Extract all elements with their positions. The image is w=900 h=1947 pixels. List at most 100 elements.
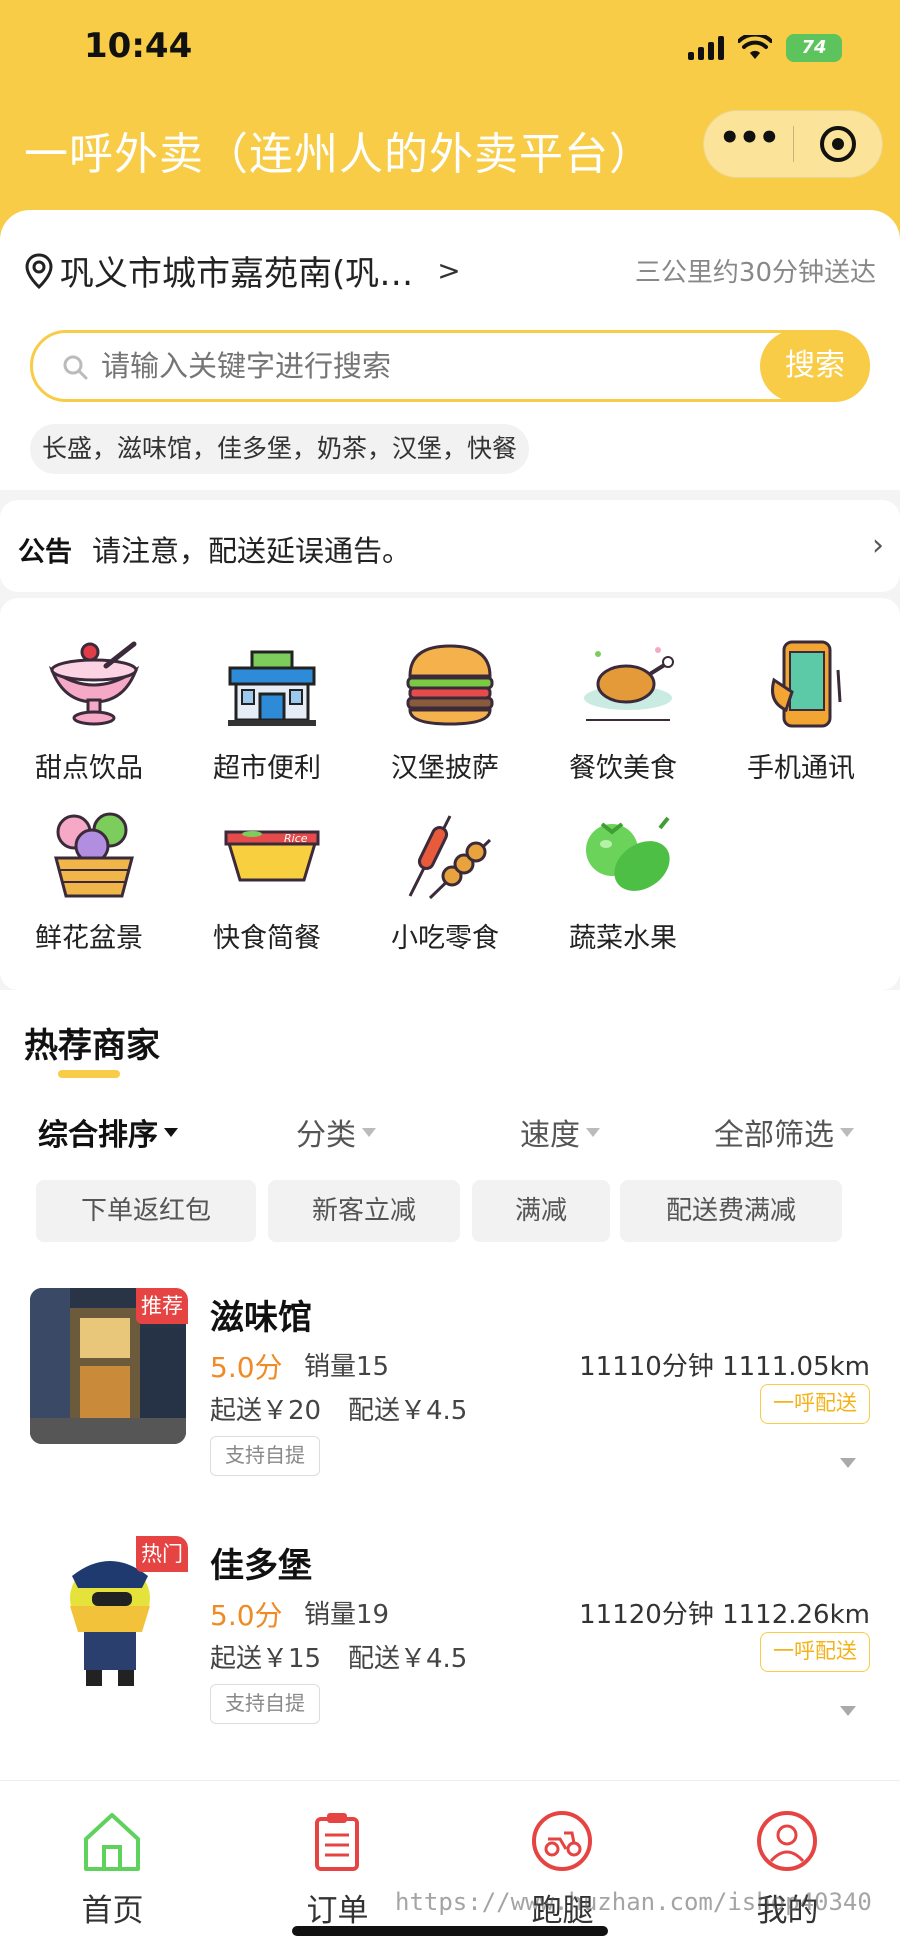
filter-chip[interactable]: 下单返红包 — [36, 1180, 256, 1242]
home-indicator[interactable] — [292, 1926, 608, 1936]
category-item[interactable]: 蔬菜水果 — [534, 788, 712, 954]
category-item[interactable]: 甜点饮品 — [0, 618, 178, 784]
address-arrow-icon: > — [437, 254, 461, 287]
shop-delivery-fee: 配送￥4.5 — [348, 1396, 468, 1426]
roast-chicken-icon — [584, 647, 674, 721]
delivery-time-note: 三公里约30分钟送达 — [634, 258, 876, 288]
delivery-badge: 一呼配送 — [760, 1632, 870, 1672]
sort-label: 分类 — [296, 1118, 356, 1153]
status-time: 10:44 — [84, 26, 193, 66]
more-menu-button[interactable]: ••• — [704, 121, 793, 165]
sort-category[interactable]: 分类 — [296, 1110, 376, 1154]
sort-label: 综合排序 — [38, 1118, 158, 1153]
search-button[interactable]: 搜索 — [760, 330, 870, 402]
search-input[interactable] — [101, 333, 681, 399]
location-pin-icon — [25, 252, 53, 289]
recommend-section: 热荐商家 综合排序 分类 速度 全部筛选 下单返红包 新客立减 满减 配送费满减… — [0, 990, 900, 1780]
profile-icon — [757, 1811, 817, 1871]
shop-card[interactable]: 推荐 滋味馆 5.0分 销量15 11110分钟 1111.05km 起送￥20… — [0, 1288, 900, 1518]
burger-icon — [406, 644, 494, 726]
notice-bar[interactable]: 公告 请注意，配送延误通告。 › — [0, 500, 900, 592]
category-label: 快食简餐 — [213, 923, 321, 954]
category-item[interactable]: 鲜花盆景 — [0, 788, 178, 954]
close-miniapp-button[interactable] — [794, 126, 882, 162]
watermark-text: https://www.huzhan.com/ishop40340 — [395, 1888, 872, 1916]
battery-icon: 74 — [786, 34, 842, 62]
status-icons: 74 — [688, 34, 842, 62]
shop-distance: 11120分钟 1112.26km — [579, 1600, 870, 1630]
category-label: 甜点饮品 — [35, 753, 143, 784]
filter-chip[interactable]: 新客立减 — [268, 1180, 460, 1242]
expand-caret-icon[interactable] — [840, 1458, 856, 1468]
search-icon — [63, 355, 88, 380]
category-label: 鲜花盆景 — [35, 923, 143, 954]
category-item[interactable]: 超市便利 — [178, 618, 356, 784]
delivery-icon — [532, 1811, 592, 1871]
caret-down-icon — [586, 1127, 600, 1137]
ice-cream-icon — [48, 641, 140, 726]
shop-distance: 11110分钟 1111.05km — [579, 1352, 870, 1382]
caret-down-icon — [362, 1127, 376, 1137]
section-title: 热荐商家 — [24, 1026, 160, 1066]
notice-label: 公告 — [18, 537, 72, 568]
sort-speed[interactable]: 速度 — [520, 1110, 600, 1154]
rice-bowl-icon: Rice — [224, 830, 320, 882]
shop-tag: 热门 — [136, 1536, 188, 1572]
expand-caret-icon[interactable] — [840, 1706, 856, 1716]
location-selector[interactable]: 巩义市城市嘉苑南(巩… > — [24, 246, 461, 295]
filter-chip[interactable]: 满减 — [472, 1180, 610, 1242]
caret-down-icon — [840, 1127, 854, 1137]
phone-icon — [771, 640, 842, 728]
category-label: 小吃零食 — [391, 923, 499, 954]
delivery-badge: 一呼配送 — [760, 1384, 870, 1424]
shop-sales: 销量15 — [304, 1352, 390, 1382]
address-text: 巩义市城市嘉苑南(巩… — [60, 254, 414, 294]
page-title: 一呼外卖（连州人的外卖平台） — [24, 129, 654, 180]
shop-score: 5.0分 — [210, 1599, 283, 1632]
shop-sales: 销量19 — [304, 1600, 390, 1630]
order-icon — [315, 1813, 359, 1871]
self-pickup-badge: 支持自提 — [210, 1436, 320, 1476]
shop-score: 5.0分 — [210, 1351, 283, 1384]
target-icon — [819, 126, 856, 162]
sort-label: 全部筛选 — [714, 1118, 834, 1153]
sort-comprehensive[interactable]: 综合排序 — [38, 1110, 178, 1154]
wifi-icon — [738, 35, 772, 59]
category-label: 手机通讯 — [747, 753, 855, 784]
tab-errand[interactable]: 跑腿 — [450, 1781, 675, 1947]
category-item[interactable]: Rice 快食简餐 — [178, 788, 356, 954]
tab-label: 首页 — [81, 1893, 144, 1929]
signal-icon — [688, 36, 724, 60]
svg-text:Rice: Rice — [284, 832, 308, 845]
hot-search-words[interactable]: 长盛，滋味馆，佳多堡，奶茶，汉堡，快餐 — [30, 424, 530, 474]
category-item[interactable]: 餐饮美食 — [534, 618, 712, 784]
category-label: 蔬菜水果 — [569, 923, 677, 954]
filter-chip[interactable]: 配送费满减 — [620, 1180, 842, 1242]
chevron-right-icon: › — [872, 528, 884, 563]
shop-name: 滋味馆 — [210, 1298, 312, 1338]
caret-down-icon — [164, 1127, 178, 1137]
self-pickup-badge: 支持自提 — [210, 1684, 320, 1724]
shop-delivery-fee: 配送￥4.5 — [348, 1644, 468, 1674]
category-item[interactable]: 小吃零食 — [356, 788, 534, 954]
shop-min-order: 起送￥15 — [210, 1644, 322, 1674]
shop-min-order: 起送￥20 — [210, 1396, 322, 1426]
category-label: 超市便利 — [213, 753, 321, 784]
search-bar: 搜索 — [30, 330, 870, 402]
shop-card[interactable]: 热门 佳多堡 5.0分 销量19 11120分钟 1112.26km 起送￥15… — [0, 1536, 900, 1766]
skewer-icon — [408, 815, 492, 900]
category-grid: 甜点饮品 超市便利 汉堡披萨 餐饮美食 手机通讯 鲜花盆景 Rice 快食简餐 … — [0, 598, 900, 990]
category-label: 餐饮美食 — [569, 753, 677, 784]
shop-tag: 推荐 — [136, 1288, 188, 1324]
tab-orders[interactable]: 订单 — [225, 1781, 450, 1947]
flower-basket-icon — [54, 812, 134, 898]
category-item[interactable]: 手机通讯 — [712, 618, 890, 784]
notice-text: 请注意，配送延误通告。 — [92, 534, 412, 568]
category-item[interactable]: 汉堡披萨 — [356, 618, 534, 784]
sort-label: 速度 — [520, 1118, 580, 1153]
bottom-tab-bar: 首页 订单 跑腿 我的 — [0, 1780, 900, 1947]
category-label: 汉堡披萨 — [391, 753, 499, 784]
tab-home[interactable]: 首页 — [0, 1781, 225, 1947]
tab-profile[interactable]: 我的 — [675, 1781, 900, 1947]
sort-all-filters[interactable]: 全部筛选 — [714, 1110, 854, 1154]
